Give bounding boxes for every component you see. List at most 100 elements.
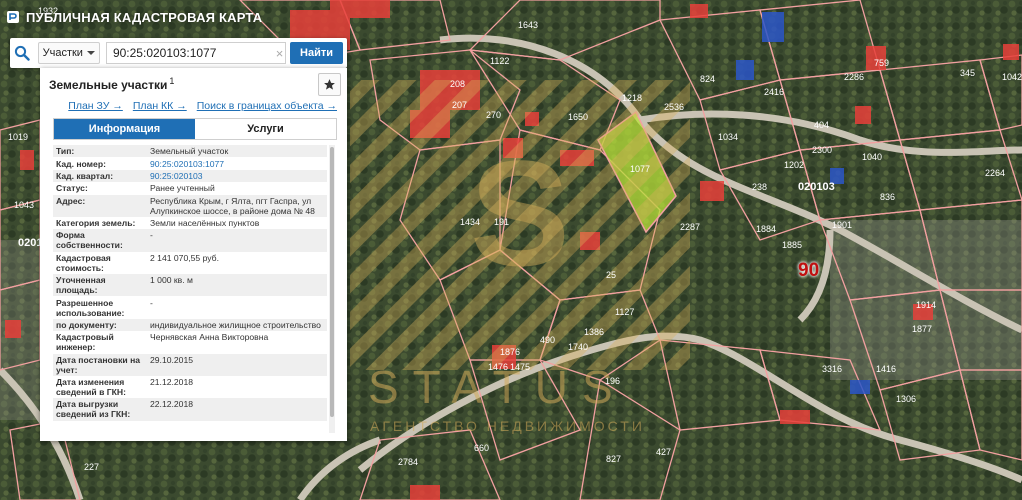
- parcel-label: 1643: [518, 20, 538, 30]
- parcel-label: 1043: [14, 200, 34, 210]
- info-row-value: Республика Крым, г Ялта, пгт Гаспра, ул …: [147, 194, 327, 217]
- favorite-button[interactable]: [318, 73, 341, 96]
- info-table-container: Тип: Земельный участок Кад. номер: 90:25:02…: [53, 145, 335, 433]
- info-row-value: 29.10.2015: [147, 353, 327, 376]
- info-row-value: 1 000 кв. м: [147, 274, 327, 297]
- link-search-within[interactable]: Поиск в границах объекта →: [197, 100, 337, 116]
- panel-title-text: Земельные участки: [49, 78, 168, 92]
- parcel-label: 1386: [584, 327, 604, 337]
- search-toggle-button[interactable]: [10, 38, 34, 68]
- link-plan-kk[interactable]: План КК →: [133, 100, 187, 116]
- parcel-label: 2784: [398, 457, 418, 467]
- watermark-logo: S: [350, 80, 690, 370]
- info-row-value: индивидуальное жилищное строительство: [147, 318, 327, 332]
- parcel-label: 2416: [764, 87, 784, 97]
- parcel-label: 227: [84, 462, 99, 472]
- svg-text:S: S: [470, 129, 570, 297]
- parcel-label: 1901: [832, 220, 852, 230]
- info-table: Тип: Земельный участок Кад. номер: 90:25:02…: [53, 145, 327, 421]
- info-row: Кадастровый инженер: Чернявская Анна Викт…: [53, 331, 327, 354]
- parcel-label: 25: [606, 270, 616, 280]
- parcel-label: 404: [814, 120, 829, 130]
- parcel-label: 1885: [782, 240, 802, 250]
- info-row: Адрес: Республика Крым, г Ялта, пгт Гаспр…: [53, 194, 327, 217]
- app-title: ПУБЛИЧНАЯ КАДАСТРОВАЯ КАРТА: [26, 9, 263, 25]
- info-row-value: -: [147, 296, 327, 319]
- parcel-label: 2300: [812, 145, 832, 155]
- parcel-label: 1122: [490, 56, 509, 66]
- search-input[interactable]: [105, 42, 274, 64]
- info-row-link[interactable]: 90:25:020103: [150, 171, 203, 181]
- panel-links: План ЗУ → План КК → Поиск в границах объ…: [40, 100, 347, 116]
- search-category-select[interactable]: Участки: [37, 42, 100, 64]
- parcel-label: 490: [540, 335, 555, 345]
- parcel-label: 1218: [622, 93, 642, 103]
- parcel-label: 1740: [568, 342, 588, 352]
- info-row-key: Кад. номер:: [53, 157, 147, 170]
- info-row-key: Кадастровая стоимость:: [53, 251, 147, 274]
- tab-services[interactable]: Услуги: [195, 119, 336, 139]
- info-row-value: -: [147, 229, 327, 252]
- parcel-label: 208: [450, 79, 465, 89]
- parcel-label: 1416: [876, 364, 896, 374]
- info-row-value: 90:25:020103:1077: [147, 157, 327, 170]
- watermark-tagline: АГЕНТСТВО НЕДВИЖИМОСТИ: [370, 418, 645, 434]
- parcel-label: 1127: [615, 307, 634, 317]
- parcel-label: 1914: [916, 300, 936, 310]
- clear-search-button[interactable]: ×: [273, 42, 287, 64]
- info-row-key: Кад. квартал:: [53, 169, 147, 183]
- result-count: 1: [169, 76, 175, 86]
- parcel-label: 1876: [500, 347, 520, 357]
- info-row-key: Адрес:: [53, 194, 147, 217]
- parcel-label: 191: [494, 217, 509, 227]
- search-icon: [14, 45, 30, 61]
- find-button[interactable]: Найти: [290, 42, 343, 64]
- info-row-value: 2 141 070,55 руб.: [147, 251, 327, 274]
- info-row-link[interactable]: 90:25:020103:1077: [150, 159, 224, 169]
- info-row: Дата постановки на учет: 29.10.2015: [53, 353, 327, 376]
- info-row-key: по документу:: [53, 318, 147, 332]
- parcel-label: 2536: [664, 102, 684, 112]
- rosreestr-logo-icon: [7, 11, 19, 23]
- parcel-label: 1306: [896, 394, 916, 404]
- info-row: Тип: Земельный участок: [53, 145, 327, 158]
- info-row: Кад. номер: 90:25:020103:1077: [53, 157, 327, 170]
- panel-title: Земельные участки 1: [49, 76, 174, 92]
- parcel-label: 1650: [568, 112, 588, 122]
- watermark-number: 90: [798, 260, 820, 281]
- info-row-key: Категория земель:: [53, 216, 147, 230]
- parcel-label: 2287: [680, 222, 700, 232]
- app-header: ПУБЛИЧНАЯ КАДАСТРОВАЯ КАРТА: [6, 6, 262, 28]
- info-row-value: 90:25:020103: [147, 169, 327, 183]
- info-row-key: Разрешенное использование:: [53, 296, 147, 319]
- info-row-value: Земли населённых пунктов: [147, 216, 327, 230]
- watermark-brand: STATUS: [368, 361, 627, 413]
- parcel-label: 827: [606, 454, 621, 464]
- tab-info[interactable]: Информация: [54, 119, 195, 139]
- info-row: Категория земель: Земли населённых пункто…: [53, 216, 327, 230]
- search-bar: Участки × Найти: [10, 38, 347, 68]
- panel-header: Земельные участки 1: [40, 68, 347, 100]
- parcel-label: 3316: [822, 364, 842, 374]
- search-category-label: Участки: [42, 47, 83, 59]
- info-row: Кадастровая стоимость: 2 141 070,55 руб.: [53, 251, 327, 274]
- info-row: Разрешенное использование: -: [53, 296, 327, 319]
- info-row: Дата выгрузки сведений из ГКН: 22.12.2018: [53, 398, 327, 421]
- parcel-label: 427: [656, 447, 671, 457]
- info-row-key: Дата постановки на учет:: [53, 353, 147, 376]
- info-row-value: Ранее учтенный: [147, 182, 327, 195]
- info-panel: Земельные участки 1 План ЗУ → План КК → П…: [40, 68, 347, 441]
- scrollbar-thumb[interactable]: [330, 147, 334, 417]
- parcel-label: 1077: [630, 164, 650, 174]
- panel-tabs: Информация Услуги: [53, 118, 337, 140]
- info-row-value: Чернявская Анна Викторовна: [147, 331, 327, 354]
- parcel-label: 207: [452, 100, 467, 110]
- panel-scrollbar[interactable]: [329, 145, 335, 433]
- parcel-label: 1040: [862, 152, 882, 162]
- link-plan-zu[interactable]: План ЗУ →: [68, 100, 123, 116]
- info-row: по документу: индивидуальное жилищное стр…: [53, 318, 327, 332]
- info-row-key: Кадастровый инженер:: [53, 331, 147, 354]
- star-icon: [324, 79, 335, 90]
- parcel-label: 345: [960, 68, 975, 78]
- info-row-key: Статус:: [53, 182, 147, 195]
